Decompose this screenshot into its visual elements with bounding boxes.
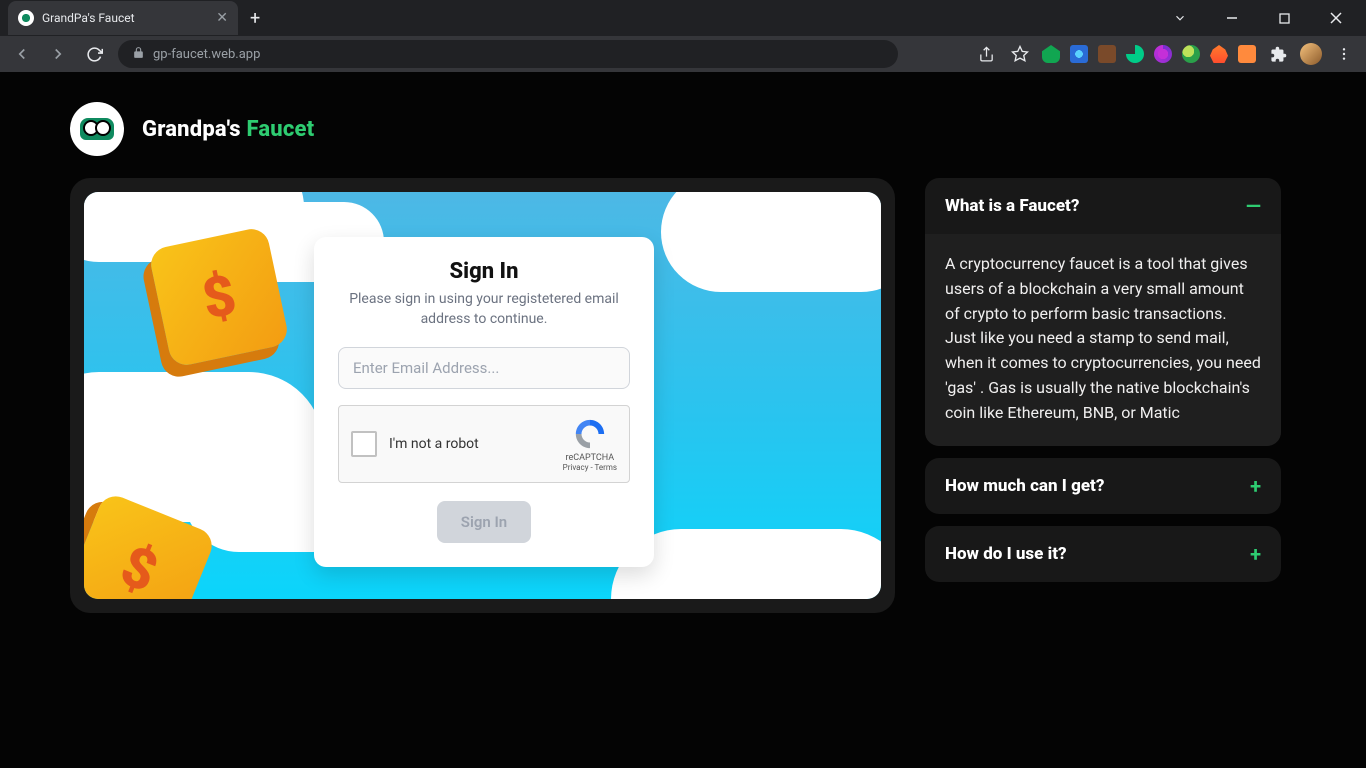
recaptcha-checkbox[interactable] xyxy=(351,431,377,457)
side-panel-icon[interactable] xyxy=(1271,46,1286,61)
forward-icon[interactable] xyxy=(46,42,70,66)
bookmark-star-icon[interactable] xyxy=(1008,42,1032,66)
extension-icon[interactable] xyxy=(1182,45,1200,63)
hero-illustration: $ $ Sign In Please sign in using your re… xyxy=(84,192,881,599)
recaptcha-badge: reCAPTCHA Privacy - Terms xyxy=(563,417,617,472)
hero-card: $ $ Sign In Please sign in using your re… xyxy=(70,178,895,613)
faq-header[interactable]: How much can I get? + xyxy=(945,474,1261,498)
extension-icons xyxy=(974,42,1356,66)
faq-panel: What is a Faucet? — A cryptocurrency fau… xyxy=(925,178,1281,613)
browser-tab[interactable]: GrandPa's Faucet ✕ xyxy=(8,1,238,35)
signin-button[interactable]: Sign In xyxy=(437,501,531,543)
recaptcha-brand: reCAPTCHA xyxy=(563,453,617,463)
extension-icon[interactable] xyxy=(1238,45,1256,63)
site-header: Grandpa's Faucet xyxy=(70,102,1296,156)
extension-icon[interactable] xyxy=(1126,45,1144,63)
coin-icon: $ xyxy=(148,226,290,368)
brand-accent: Faucet xyxy=(246,117,314,142)
browser-toolbar: gp-faucet.web.app xyxy=(0,36,1366,72)
share-icon[interactable] xyxy=(974,42,998,66)
url-text: gp-faucet.web.app xyxy=(153,47,260,62)
reload-icon[interactable] xyxy=(82,42,106,66)
faq-item-how-much: How much can I get? + xyxy=(925,458,1281,514)
browser-tab-strip: GrandPa's Faucet ✕ + xyxy=(0,0,1366,36)
extension-icon[interactable] xyxy=(1210,45,1228,63)
site-logo-icon xyxy=(70,102,124,156)
collapse-icon[interactable]: — xyxy=(1246,194,1261,218)
faq-question: How much can I get? xyxy=(945,476,1104,496)
main-layout: $ $ Sign In Please sign in using your re… xyxy=(70,178,1296,613)
maximize-icon[interactable] xyxy=(1262,3,1306,33)
chevron-down-icon[interactable] xyxy=(1158,3,1202,33)
faq-item-what-is-faucet: What is a Faucet? — A cryptocurrency fau… xyxy=(925,178,1281,446)
faq-answer: A cryptocurrency faucet is a tool that g… xyxy=(925,234,1281,446)
email-field[interactable] xyxy=(338,347,630,389)
extensions-puzzle-icon[interactable] xyxy=(1266,42,1290,66)
tab-title: GrandPa's Faucet xyxy=(42,11,208,25)
back-icon[interactable] xyxy=(10,42,34,66)
signin-subtitle: Please sign in using your registetered e… xyxy=(338,290,630,329)
kebab-menu-icon[interactable] xyxy=(1332,42,1356,66)
close-window-icon[interactable] xyxy=(1314,3,1358,33)
expand-icon[interactable]: + xyxy=(1250,474,1261,498)
faq-item-how-use: How do I use it? + xyxy=(925,526,1281,582)
recaptcha-links[interactable]: Privacy - Terms xyxy=(563,463,617,472)
minimize-icon[interactable] xyxy=(1210,3,1254,33)
extension-icon[interactable] xyxy=(1042,45,1060,63)
address-bar[interactable]: gp-faucet.web.app xyxy=(118,40,898,68)
page-root: Grandpa's Faucet $ $ Sign In Please sign… xyxy=(0,72,1366,768)
recaptcha-label: I'm not a robot xyxy=(389,436,551,452)
tab-favicon-icon xyxy=(18,10,34,26)
expand-icon[interactable]: + xyxy=(1250,542,1261,566)
extension-icon[interactable] xyxy=(1154,45,1172,63)
profile-avatar[interactable] xyxy=(1300,43,1322,65)
faq-header[interactable]: What is a Faucet? — xyxy=(925,178,1281,234)
faq-question: How do I use it? xyxy=(945,544,1067,564)
faq-header[interactable]: How do I use it? + xyxy=(945,542,1261,566)
close-tab-icon[interactable]: ✕ xyxy=(216,10,228,26)
brand-text: Grandpa's xyxy=(142,117,246,142)
new-tab-button[interactable]: + xyxy=(250,8,260,29)
recaptcha-logo-icon xyxy=(573,417,607,451)
site-title: Grandpa's Faucet xyxy=(142,117,314,142)
signin-card: Sign In Please sign in using your regist… xyxy=(314,237,654,567)
signin-title: Sign In xyxy=(338,259,630,284)
faq-question: What is a Faucet? xyxy=(945,196,1079,216)
window-controls xyxy=(1158,3,1366,33)
recaptcha-widget[interactable]: I'm not a robot reCAPTCHA Privacy - Term… xyxy=(338,405,630,483)
extension-icon[interactable] xyxy=(1098,45,1116,63)
extension-icon[interactable] xyxy=(1070,45,1088,63)
lock-icon xyxy=(132,46,145,63)
